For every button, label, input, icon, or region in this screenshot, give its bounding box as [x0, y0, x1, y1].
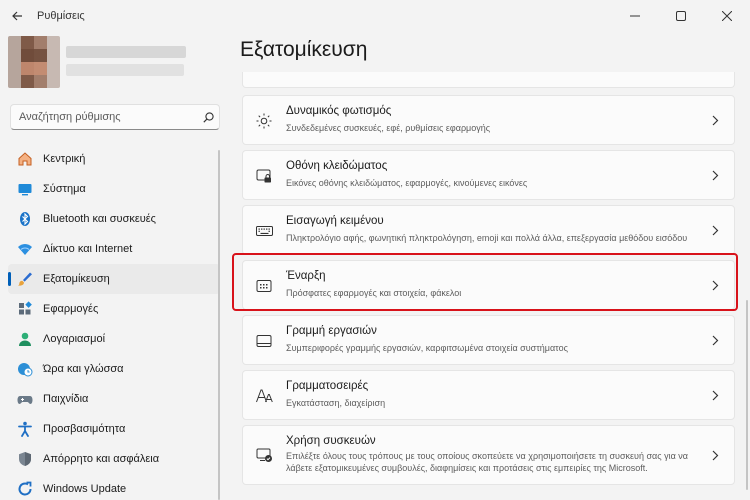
card-title: Γραμμή εργασιών: [286, 325, 377, 337]
card-title: Οθόνη κλειδώματος: [286, 160, 388, 172]
user-profile[interactable]: [8, 36, 208, 92]
fonts-icon: [255, 387, 273, 405]
avatar: [8, 36, 60, 88]
sidebar-item-label: Ώρα και γλώσσα: [43, 363, 124, 375]
sidebar-item-label: Δίκτυο και Internet: [43, 243, 133, 255]
card-device-usage[interactable]: Χρήση συσκευών Επιλέξτε όλους τους τρόπο…: [242, 425, 735, 485]
card-start[interactable]: Έναρξη Πρόσφατες εφαρμογές και στοιχεία,…: [242, 260, 735, 310]
user-email-blurred: [66, 64, 184, 76]
card-title: Δυναμικός φωτισμός: [286, 105, 392, 117]
sidebar-item-label: Κεντρική: [43, 153, 86, 165]
sidebar-item-label: Λογαριασμοί: [43, 333, 106, 345]
sidebar-item-bluetooth[interactable]: Bluetooth και συσκευές: [8, 204, 220, 234]
gamepad-icon: [16, 390, 34, 408]
sidebar-item-system[interactable]: Σύστημα: [8, 174, 220, 204]
sidebar-item-apps[interactable]: Εφαρμογές: [8, 294, 220, 324]
search-icon[interactable]: [197, 111, 219, 123]
dynamic-lighting-icon: [255, 112, 273, 130]
device-usage-icon: [255, 446, 273, 464]
chevron-right-icon: [710, 388, 720, 402]
search-box[interactable]: [10, 104, 220, 130]
start-icon: [255, 277, 273, 295]
card-subtitle: Συμπεριφορές γραμμής εργασιών, καρφιτσωμ…: [286, 343, 568, 353]
sidebar-item-label: Σύστημα: [43, 183, 86, 195]
wifi-icon: [16, 240, 34, 258]
account-icon: [16, 330, 34, 348]
sidebar-item-time-language[interactable]: Ώρα και γλώσσα: [8, 354, 220, 384]
chevron-right-icon: [710, 113, 720, 127]
sidebar-item-privacy-security[interactable]: Απόρρητο και ασφάλεια: [8, 444, 220, 474]
card-subtitle: Πληκτρολόγιο αφής, φωνητική πληκτρολόγησ…: [286, 233, 688, 243]
search-input[interactable]: [11, 111, 197, 123]
sidebar-item-label: Εφαρμογές: [43, 303, 99, 315]
sidebar-item-label: Παιχνίδια: [43, 393, 89, 405]
globe-clock-icon: [16, 360, 34, 378]
card-title: Γραμματοσειρές: [286, 380, 369, 392]
user-name-blurred: [66, 46, 186, 58]
card-subtitle: Επιλέξτε όλους τους τρόπους με τους οποί…: [286, 451, 688, 473]
chevron-right-icon: [710, 278, 720, 292]
accessibility-icon: [16, 420, 34, 438]
apps-icon: [16, 300, 34, 318]
card-title: Έναρξη: [286, 270, 326, 282]
card-fonts[interactable]: Γραμματοσειρές Εγκατάσταση, διαχείριση: [242, 370, 735, 420]
sidebar-item-label: Bluetooth και συσκευές: [43, 213, 156, 225]
card-text-input[interactable]: Εισαγωγή κειμένου Πληκτρολόγιο αφής, φων…: [242, 205, 735, 255]
taskbar-icon: [255, 332, 273, 350]
chevron-right-icon: [710, 333, 720, 347]
home-icon: [16, 150, 34, 168]
sidebar-item-label: Απόρρητο και ασφάλεια: [43, 453, 160, 465]
sidebar-nav: Κεντρική Σύστημα Bluetooth και συσκευές …: [8, 144, 220, 500]
card-taskbar[interactable]: Γραμμή εργασιών Συμπεριφορές γραμμής εργ…: [242, 315, 735, 365]
sidebar-item-label: Windows Update: [43, 483, 127, 495]
sidebar-item-personalization[interactable]: Εξατομίκευση: [8, 264, 220, 294]
back-arrow-icon: [12, 11, 22, 21]
sidebar-scrollbar[interactable]: [218, 150, 220, 500]
system-icon: [16, 180, 34, 198]
card-title: Χρήση συσκευών: [286, 435, 376, 447]
chevron-right-icon: [710, 223, 720, 237]
sidebar-item-label: Εξατομίκευση: [43, 273, 110, 285]
card-subtitle: Εικόνες οθόνης κλειδώματος, εφαρμογές, κ…: [286, 178, 528, 188]
sidebar-item-accounts[interactable]: Λογαριασμοί: [8, 324, 220, 354]
brush-icon: [16, 270, 34, 288]
shield-icon: [16, 450, 34, 468]
update-icon: [16, 480, 34, 498]
card-lock-screen[interactable]: Οθόνη κλειδώματος Εικόνες οθόνης κλειδώμ…: [242, 150, 735, 200]
bluetooth-icon: [16, 210, 34, 228]
settings-list: Δυναμικός φωτισμός Συνδεδεμένες συσκευές…: [242, 0, 735, 500]
card-title: Εισαγωγή κειμένου: [286, 215, 384, 227]
app-title: Ρυθμίσεις: [37, 10, 85, 22]
sidebar-item-windows-update[interactable]: Windows Update: [8, 474, 220, 500]
sidebar-item-label: Προσβασιμότητα: [43, 423, 126, 435]
sidebar-item-accessibility[interactable]: Προσβασιμότητα: [8, 414, 220, 444]
card-dynamic-lighting[interactable]: Δυναμικός φωτισμός Συνδεδεμένες συσκευές…: [242, 95, 735, 145]
lock-screen-icon: [255, 167, 273, 185]
chevron-right-icon: [710, 448, 720, 462]
card-subtitle: Πρόσφατες εφαρμογές και στοιχεία, φάκελο…: [286, 288, 462, 298]
main-scrollbar[interactable]: [746, 300, 748, 490]
card-subtitle: Εγκατάσταση, διαχείριση: [286, 398, 386, 408]
sidebar-item-network[interactable]: Δίκτυο και Internet: [8, 234, 220, 264]
chevron-right-icon: [710, 168, 720, 182]
sidebar-item-gaming[interactable]: Παιχνίδια: [8, 384, 220, 414]
sidebar-item-home[interactable]: Κεντρική: [8, 144, 220, 174]
keyboard-icon: [255, 222, 273, 240]
card-subtitle: Συνδεδεμένες συσκευές, εφέ, ρυθμίσεις εφ…: [286, 123, 491, 133]
back-button[interactable]: [3, 2, 31, 30]
